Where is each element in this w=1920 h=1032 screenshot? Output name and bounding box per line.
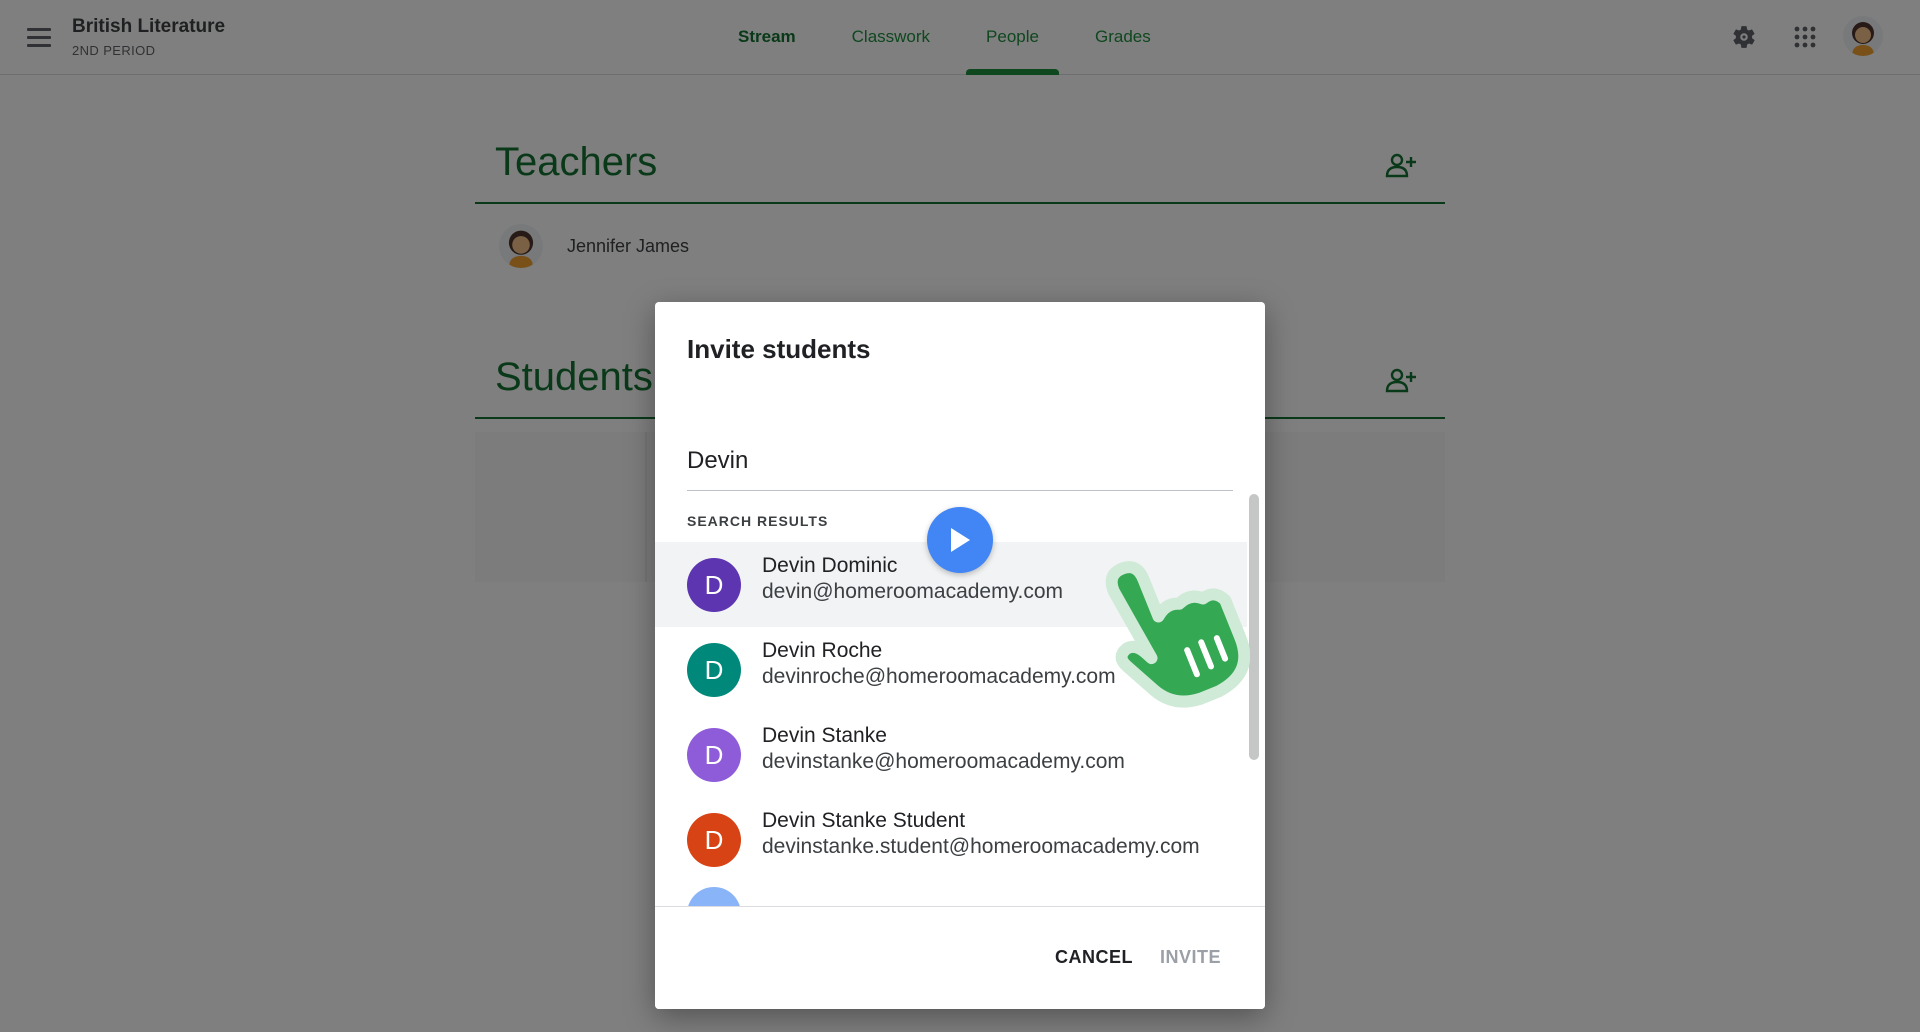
result-avatar-partial — [687, 887, 741, 908]
invite-button[interactable]: INVITE — [1148, 937, 1233, 978]
result-avatar: D — [687, 643, 741, 697]
result-name: Devin Stanke Student — [762, 809, 966, 832]
result-email: devinstanke@homeroomacademy.com — [762, 750, 1125, 773]
dialog-title: Invite students — [687, 334, 871, 364]
dialog-footer: CANCEL INVITE — [655, 906, 1265, 1009]
search-result-item[interactable]: D Devin Stanke devinstanke@homeroomacade… — [655, 712, 1247, 797]
pointing-hand-icon — [1080, 545, 1251, 715]
search-result-item[interactable]: D Devin Stanke Student devinstanke.stude… — [655, 797, 1247, 882]
result-name: Devin Stanke — [762, 724, 887, 747]
result-email: devinroche@homeroomacademy.com — [762, 665, 1116, 688]
result-avatar: D — [687, 813, 741, 867]
result-name: Devin Dominic — [762, 554, 898, 577]
result-name: Devin Roche — [762, 639, 883, 662]
result-email: devin@homeroomacademy.com — [762, 580, 1064, 603]
results-scrollbar[interactable] — [1249, 494, 1259, 760]
result-email: devinstanke.student@homeroomacademy.com — [762, 835, 1200, 858]
result-avatar: D — [687, 728, 741, 782]
student-search-input[interactable] — [687, 432, 1233, 491]
play-icon[interactable] — [927, 507, 993, 573]
search-results-label: SEARCH RESULTS — [687, 513, 829, 529]
result-avatar: D — [687, 558, 741, 612]
cancel-button[interactable]: CANCEL — [1043, 937, 1145, 978]
